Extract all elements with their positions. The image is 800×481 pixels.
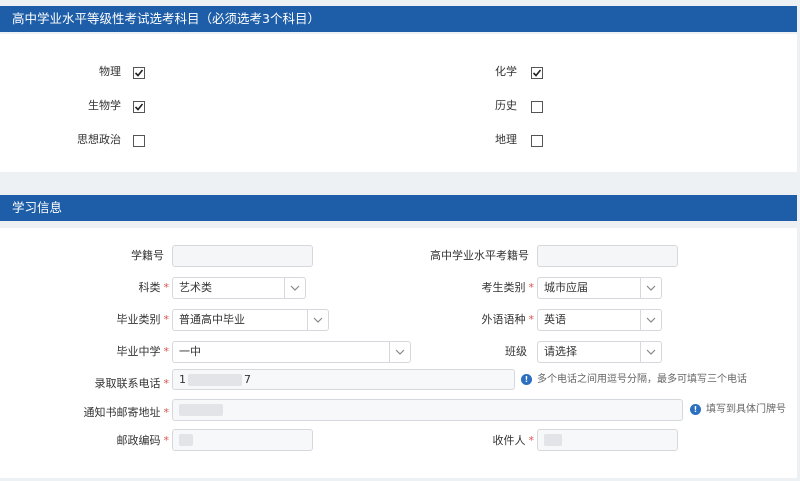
examinee-type-label-text: 考生类别 [481, 281, 526, 294]
address-label-text: 通知书邮寄地址 [83, 406, 161, 419]
required-mark: * [528, 313, 535, 326]
required-mark: * [163, 406, 170, 419]
class-select[interactable]: 请选择 [537, 341, 662, 363]
check-icon [134, 69, 144, 77]
foreign-language-select-value: 英语 [544, 313, 566, 326]
postal-code-label: 邮政编码 * [117, 434, 170, 448]
category-label-text: 科类 [138, 281, 161, 294]
examinee-type-select[interactable]: 城市应届 [537, 277, 662, 299]
high-school-label: 毕业中学 * [117, 345, 170, 359]
subject-checkbox-history[interactable] [531, 101, 543, 113]
postal-code-label-text: 邮政编码 [116, 434, 161, 447]
subject-checkbox-physics[interactable] [133, 67, 145, 79]
check-icon [134, 103, 144, 111]
address-label: 通知书邮寄地址 * [84, 406, 170, 420]
student-id-input[interactable] [172, 245, 313, 267]
address-input[interactable] [172, 399, 683, 421]
high-school-select-value: 一中 [179, 345, 201, 358]
foreign-language-label-text: 外语语种 [481, 313, 526, 326]
graduation-type-label: 毕业类别 * [117, 313, 170, 327]
class-select-value: 请选择 [544, 345, 577, 358]
phone-value-end: 7 [244, 373, 251, 386]
recipient-label-text: 收件人 [492, 434, 526, 447]
high-school-select[interactable]: 一中 [172, 341, 411, 363]
redacted-block [179, 404, 223, 416]
phone-label: 录取联系电话 * [95, 377, 170, 391]
high-school-label-text: 毕业中学 [116, 345, 161, 358]
required-mark: * [163, 313, 170, 326]
chevron-down-icon [307, 310, 328, 330]
subject-checkbox-geography[interactable] [531, 135, 543, 147]
category-label: 科类 * [139, 281, 170, 295]
phone-hint: 多个电话之间用逗号分隔，最多可填写三个电话 [537, 374, 747, 385]
redacted-block [179, 434, 193, 446]
subject-checkbox-politics[interactable] [133, 135, 145, 147]
phone-value-start: 1 [179, 373, 186, 386]
subject-label-politics: 思想政治 [77, 133, 121, 146]
info-icon: ! [521, 374, 532, 385]
foreign-language-select[interactable]: 英语 [537, 309, 662, 331]
redacted-block [188, 374, 242, 386]
class-label: 班级 [505, 345, 527, 358]
required-mark: * [163, 345, 170, 358]
chevron-down-icon [640, 278, 661, 298]
exam-id-input[interactable] [537, 245, 678, 267]
info-icon: ! [690, 404, 701, 415]
required-mark: * [163, 377, 170, 390]
subject-label-physics: 物理 [99, 65, 121, 78]
subjects-section-body: 物理 化学 生物学 历史 思想政治 地理 [0, 34, 797, 172]
postal-code-input[interactable] [172, 429, 313, 451]
subject-label-chemistry: 化学 [495, 65, 517, 78]
required-mark: * [163, 434, 170, 447]
phone-label-text: 录取联系电话 [94, 377, 161, 390]
required-mark: * [528, 434, 535, 447]
phone-input[interactable]: 17 [172, 369, 515, 390]
examinee-type-select-value: 城市应届 [544, 281, 588, 294]
check-icon [532, 69, 542, 77]
subjects-section-title: 高中学业水平等级性考试选考科目（必须选考3个科目） [0, 6, 797, 32]
chevron-down-icon [389, 342, 410, 362]
recipient-label: 收件人 * [493, 434, 535, 448]
subject-checkbox-biology[interactable] [133, 101, 145, 113]
chevron-down-icon [640, 342, 661, 362]
student-id-label: 学籍号 [131, 249, 164, 262]
subject-label-history: 历史 [495, 99, 517, 112]
foreign-language-label: 外语语种 * [482, 313, 535, 327]
address-hint: 填写到具体门牌号 [706, 404, 786, 415]
redacted-block [544, 434, 562, 446]
graduation-type-label-text: 毕业类别 [116, 313, 161, 326]
graduation-type-select-value: 普通高中毕业 [179, 313, 245, 326]
subject-label-biology: 生物学 [88, 99, 121, 112]
examinee-type-label: 考生类别 * [482, 281, 535, 295]
subject-label-geography: 地理 [495, 133, 517, 146]
exam-id-label: 高中学业水平考籍号 [430, 249, 529, 262]
required-mark: * [528, 281, 535, 294]
study-section-title: 学习信息 [0, 195, 797, 221]
subject-checkbox-chemistry[interactable] [531, 67, 543, 79]
required-mark: * [163, 281, 170, 294]
recipient-input[interactable] [537, 429, 678, 451]
category-select-value: 艺术类 [179, 281, 212, 294]
chevron-down-icon [640, 310, 661, 330]
chevron-down-icon [284, 278, 305, 298]
graduation-type-select[interactable]: 普通高中毕业 [172, 309, 329, 331]
category-select[interactable]: 艺术类 [172, 277, 306, 299]
